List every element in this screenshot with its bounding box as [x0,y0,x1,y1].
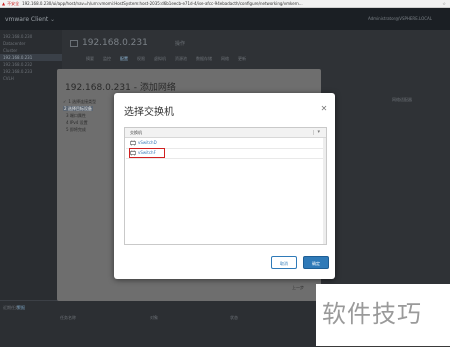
tab-networks[interactable]: 网络 [221,56,229,61]
filter-icon[interactable]: ▾ [317,128,320,137]
tree-item[interactable]: 192.168.0.230 [0,33,62,40]
column-status: 状态 [230,315,238,320]
select-switch-dialog: 选择交换机 ✕ 交换机 ▾ vSwitchD vSwitchF 取消 确定 [114,93,335,279]
column-task-name: 任务名称 [60,315,76,320]
wizard-back-button[interactable]: 上一步 [292,285,304,291]
tab-permissions[interactable]: 权限 [137,56,145,61]
host-tabs: 摘要 监控 配置 权限 虚拟机 资源池 数据存储 网络 更新 [86,56,255,62]
actions-menu[interactable]: 操作 [175,40,185,47]
host-icon [70,40,78,47]
tab-summary[interactable]: 摘要 [86,56,94,61]
switch-row-selected[interactable]: vSwitchF [126,148,325,159]
tree-item-selected[interactable]: 192.168.0.231 [0,54,62,61]
host-title: 192.168.0.231 [82,38,148,48]
user-menu[interactable]: Administrator@VSPHERE.LOCAL [368,16,432,21]
recent-tasks-panel: 近期任务 警报 任务名称 对象 状态 [0,300,320,347]
switch-label[interactable]: vSwitchD [138,138,157,148]
close-icon[interactable]: ✕ [319,104,329,114]
alarms-tab[interactable]: 警报 [17,305,25,311]
grid-header: 交换机 ▾ [125,128,326,138]
tab-updates[interactable]: 更新 [238,56,246,61]
wizard-step-current[interactable]: 2 选择目标设备 [63,105,96,112]
wizard-step-done[interactable]: ✓ 1 选择连接类型 [63,98,96,105]
app-header: vmware Client ⌄ Administrator@VSPHERE.LO… [0,8,450,30]
switch-icon [130,140,136,146]
wizard-step: 4 IPv4 设置 [66,120,88,125]
url-text[interactable]: 192.168.0.230/ui/app/host/nav=h/urn:vmom… [22,1,303,6]
cancel-button[interactable]: 取消 [271,256,297,269]
column-switch[interactable]: 交换机 [130,128,142,137]
tree-item[interactable]: CVLH [0,75,62,82]
ok-button[interactable]: 确定 [303,256,329,269]
browser-address-bar[interactable]: ▲ 不安全 192.168.0.230/ui/app/host/nav=h/urn:… [0,0,450,8]
switch-icon [130,150,136,156]
wizard-step: 5 即将完成 [66,127,86,132]
dialog-title: 选择交换机 [124,107,174,118]
column-separator [313,130,314,135]
tree-item[interactable]: Datacenter [0,40,62,47]
tab-resource-pools[interactable]: 资源池 [175,56,187,61]
app-brand: vmware Client [5,16,49,23]
tab-vms[interactable]: 虚拟机 [154,56,166,61]
switch-grid: 交换机 ▾ vSwitchD vSwitchF [124,127,327,245]
chevron-down-icon[interactable]: ⌄ [50,16,55,23]
warning-icon: ▲ [2,1,6,6]
switch-label[interactable]: vSwitchF [138,148,156,158]
column-target: 对象 [150,315,158,320]
wizard-step: 3 端口属性 [66,113,86,118]
insecure-label: 不安全 [7,1,20,6]
watermark: 软件技巧 [316,284,450,346]
inventory-tree: 192.168.0.230 Datacenter Cluster 192.168… [0,30,62,300]
bookmark-star-icon[interactable]: ☆ [442,0,446,7]
grid-scrollbar[interactable] [323,138,326,244]
tab-datastores[interactable]: 数据存储 [196,56,212,61]
wizard-steps: ✓ 1 选择连接类型 2 选择目标设备 3 端口属性 4 IPv4 设置 5 即将… [63,98,96,133]
checkmark-icon: ✓ [63,99,67,104]
tree-item[interactable]: 192.168.0.232 [0,61,62,68]
tab-configure[interactable]: 配置 [120,56,128,61]
wizard-title: 192.168.0.231 - 添加网络 [65,83,176,93]
network-adapters-label: 网络适配器 [392,97,412,102]
watermark-text: 软件技巧 [322,300,422,328]
tree-item[interactable]: 192.168.0.233 [0,68,62,75]
tree-item[interactable]: Cluster [0,47,62,54]
tab-monitor[interactable]: 监控 [103,56,111,61]
